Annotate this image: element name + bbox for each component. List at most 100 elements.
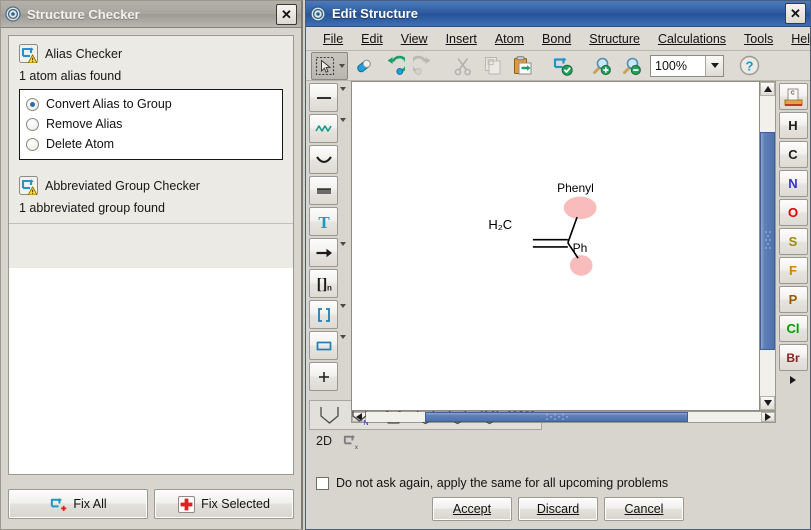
element-button-s[interactable]: S (779, 228, 808, 255)
element-button-cl[interactable]: Cl (779, 315, 808, 342)
structure-checker-title: Structure Checker (27, 7, 276, 22)
menu-bond[interactable]: Bond (533, 29, 580, 49)
arc-tool[interactable] (309, 145, 338, 174)
menu-calculations[interactable]: Calculations (649, 29, 735, 49)
text-tool[interactable]: T (309, 207, 338, 236)
element-button-br[interactable]: Br (779, 344, 808, 371)
structure-canvas[interactable]: H₂C Phenyl Ph (351, 81, 760, 411)
undo-button[interactable] (380, 52, 408, 80)
do-not-ask-again-row[interactable]: Do not ask again, apply the same for all… (316, 476, 802, 490)
vertical-scroll-track[interactable] (760, 96, 775, 396)
menu-atom-label: Atom (495, 32, 524, 46)
menubar: File Edit View Insert Atom Bond Structur… (306, 27, 810, 51)
radio-option-convert-alias-to-group[interactable]: Convert Alias to Group (26, 94, 276, 114)
close-icon[interactable]: ✕ (276, 4, 297, 25)
scroll-down-button[interactable] (760, 396, 775, 410)
selection-tool-button[interactable] (311, 52, 348, 80)
element-button-f[interactable]: F (779, 257, 808, 284)
clean-button[interactable] (548, 52, 576, 80)
paste-button[interactable] (509, 52, 537, 80)
checker-item-abbreviated[interactable]: Abbreviated Group Checker 1 abbreviated … (9, 166, 293, 221)
element-button-p[interactable]: P (779, 286, 808, 313)
accept-button[interactable]: Accept (432, 497, 512, 521)
vertical-scroll-thumb[interactable] (760, 132, 775, 350)
chain-tool[interactable] (309, 114, 338, 143)
checker-item-alias[interactable]: Alias Checker 1 atom alias found Convert… (9, 36, 293, 166)
menu-structure[interactable]: Structure (580, 29, 649, 49)
zoom-in-icon (590, 54, 613, 77)
zoom-in-button[interactable] (587, 52, 615, 80)
cut-button[interactable] (449, 52, 477, 80)
close-icon[interactable]: ✕ (785, 3, 806, 24)
menu-file-label: File (323, 32, 343, 46)
canvas-vertical-scrollbar[interactable] (760, 81, 776, 411)
radio-icon[interactable] (26, 138, 39, 151)
radio-option-delete-atom[interactable]: Delete Atom (26, 134, 276, 154)
molecule-drawing (352, 82, 759, 410)
zoom-out-button[interactable] (617, 52, 645, 80)
redo-button[interactable] (410, 52, 438, 80)
structure-checker-titlebar[interactable]: Structure Checker ✕ (1, 1, 301, 28)
checker-list-panel[interactable]: Alias Checker 1 atom alias found Convert… (8, 35, 294, 475)
tool-rectangle-row (309, 331, 351, 360)
zoom-out-icon (620, 54, 643, 77)
horizontal-scroll-track[interactable] (366, 412, 761, 422)
horizontal-scroll-thumb[interactable] (425, 412, 688, 422)
bracket-tool[interactable] (309, 300, 338, 329)
dialog-footer: Do not ask again, apply the same for all… (306, 468, 810, 529)
fix-all-button[interactable]: Fix All (8, 489, 148, 519)
cyclopentane-open-ring-button[interactable] (314, 402, 344, 428)
chevron-down-icon[interactable] (340, 91, 346, 105)
plus-tool[interactable] (309, 362, 338, 391)
menu-view[interactable]: View (392, 29, 437, 49)
cancel-button[interactable]: Cancel (604, 497, 684, 521)
chevron-down-icon[interactable] (337, 64, 347, 68)
menu-help[interactable]: Help (782, 29, 811, 49)
bracket-icon (314, 305, 334, 325)
alias-options-group[interactable]: Convert Alias to Group Remove Alias Dele… (19, 89, 283, 160)
app-root: Structure Checker ✕ (0, 0, 811, 530)
menu-atom[interactable]: Atom (486, 29, 533, 49)
tool-chain-row (309, 114, 351, 143)
scroll-right-button[interactable] (761, 412, 775, 422)
radio-icon[interactable] (26, 118, 39, 131)
element-button-h[interactable]: H (779, 112, 808, 139)
menu-file[interactable]: File (314, 29, 352, 49)
eraser-icon (353, 55, 375, 77)
chevron-down-icon[interactable] (340, 122, 346, 136)
copy-button[interactable] (479, 52, 507, 80)
radio-icon-selected[interactable] (26, 98, 39, 111)
scroll-up-button[interactable] (760, 82, 775, 96)
more-elements-button[interactable] (778, 373, 808, 387)
menu-edit[interactable]: Edit (352, 29, 392, 49)
help-button[interactable]: ? (735, 52, 763, 80)
do-not-ask-again-checkbox[interactable] (316, 477, 329, 490)
canvas-horizontal-scrollbar[interactable] (351, 411, 776, 423)
single-bond-tool[interactable] (309, 83, 338, 112)
menu-insert[interactable]: Insert (437, 29, 486, 49)
chevron-down-icon[interactable] (705, 56, 723, 76)
selection-arrow-icon (312, 56, 337, 76)
tool-reaction-arrow-row (309, 238, 351, 267)
discard-button[interactable]: Discard (518, 497, 598, 521)
structure-clean-icon[interactable]: x (342, 432, 360, 450)
chevron-down-icon[interactable] (340, 339, 346, 353)
eraser-tool-button[interactable] (350, 52, 378, 80)
chevron-down-icon[interactable] (340, 246, 346, 260)
menu-tools[interactable]: Tools (735, 29, 782, 49)
element-button-n[interactable]: N (779, 170, 808, 197)
repeating-unit-tool[interactable]: [] n (309, 269, 338, 298)
reaction-arrow-tool[interactable] (309, 238, 338, 267)
chevron-down-icon[interactable] (340, 308, 346, 322)
rectangle-tool[interactable] (309, 331, 338, 360)
periodic-table-icon[interactable]: C (779, 83, 808, 110)
radio-option-remove-alias[interactable]: Remove Alias (26, 114, 276, 134)
edit-structure-titlebar[interactable]: Edit Structure ✕ (306, 1, 810, 27)
footer-button-row: Accept Discard Cancel (314, 497, 802, 521)
comb-tool[interactable] (309, 176, 338, 205)
element-button-c[interactable]: C (779, 141, 808, 168)
zoom-level-combo[interactable]: 100% (650, 55, 724, 77)
fix-selected-button[interactable]: Fix Selected (154, 489, 294, 519)
element-button-o[interactable]: O (779, 199, 808, 226)
checker-divider (9, 223, 293, 224)
